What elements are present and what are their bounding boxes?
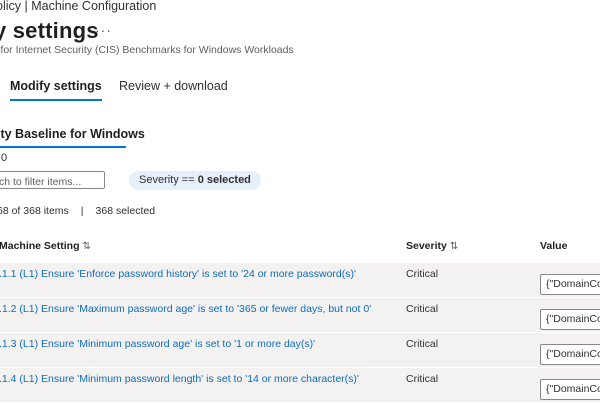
- setting-link[interactable]: .1.4 (L1) Ensure 'Minimum password lengt…: [0, 373, 359, 385]
- column-header-severity[interactable]: Severity ⇅: [406, 240, 458, 252]
- filter-input[interactable]: [0, 174, 104, 190]
- severity-value: Critical: [406, 268, 439, 280]
- value-input[interactable]: {"DomainCo: [540, 379, 600, 400]
- value-input[interactable]: {"DomainCo: [540, 344, 600, 365]
- sort-icon[interactable]: ⇅: [450, 241, 458, 252]
- column-header-label: Machine Setting: [0, 240, 80, 252]
- setting-link[interactable]: .1.3 (L1) Ensure 'Minimum password age' …: [0, 338, 315, 350]
- item-counts: 68 of 368 items | 368 selected: [0, 205, 155, 217]
- value-input[interactable]: {"DomainCo: [540, 309, 600, 330]
- severity-value: Critical: [406, 303, 439, 315]
- items-shown-count: 68 of 368 items: [0, 205, 69, 217]
- counts-separator: |: [80, 205, 84, 217]
- setting-link[interactable]: .1.1 (L1) Ensure 'Enforce password histo…: [0, 268, 356, 280]
- table-row[interactable]: .1.1 (L1) Ensure 'Enforce password histo…: [0, 263, 600, 298]
- section-tab-baseline[interactable]: ity Baseline for Windows: [0, 127, 145, 141]
- severity-filter-prefix: Severity ==: [139, 174, 198, 186]
- column-header-label: Value: [540, 240, 568, 252]
- items-selected-count: 368 selected: [95, 205, 156, 217]
- baseline-version: .0: [0, 152, 8, 164]
- sort-icon[interactable]: ⇅: [83, 241, 91, 252]
- breadcrumb[interactable]: olicy | Machine Configuration: [0, 0, 156, 13]
- column-header-label: Severity: [406, 240, 447, 252]
- severity-value: Critical: [406, 373, 439, 385]
- more-options-icon[interactable]: ···: [95, 22, 112, 38]
- filter-input-box[interactable]: [0, 171, 105, 190]
- column-header-value: Value: [540, 240, 567, 252]
- page-title: y settings: [0, 18, 99, 43]
- severity-filter-value: 0 selected: [197, 174, 251, 186]
- page-subtitle: r for Internet Security (CIS) Benchmarks…: [0, 44, 294, 56]
- severity-value: Critical: [406, 338, 439, 350]
- table-row[interactable]: .1.2 (L1) Ensure 'Maximum password age' …: [0, 298, 600, 333]
- tab-review-download[interactable]: Review + download: [119, 79, 228, 93]
- table-row[interactable]: .1.3 (L1) Ensure 'Minimum password age' …: [0, 333, 600, 368]
- tab-modify-settings[interactable]: Modify settings: [10, 79, 102, 101]
- table-row[interactable]: .1.4 (L1) Ensure 'Minimum password lengt…: [0, 368, 600, 403]
- severity-filter-pill[interactable]: Severity == 0 selected: [129, 171, 261, 190]
- section-tab-underline: [0, 146, 126, 148]
- setting-link[interactable]: .1.2 (L1) Ensure 'Maximum password age' …: [0, 303, 371, 315]
- column-header-machine-setting[interactable]: Machine Setting ⇅: [0, 240, 91, 252]
- value-input[interactable]: {"DomainCo: [540, 274, 600, 295]
